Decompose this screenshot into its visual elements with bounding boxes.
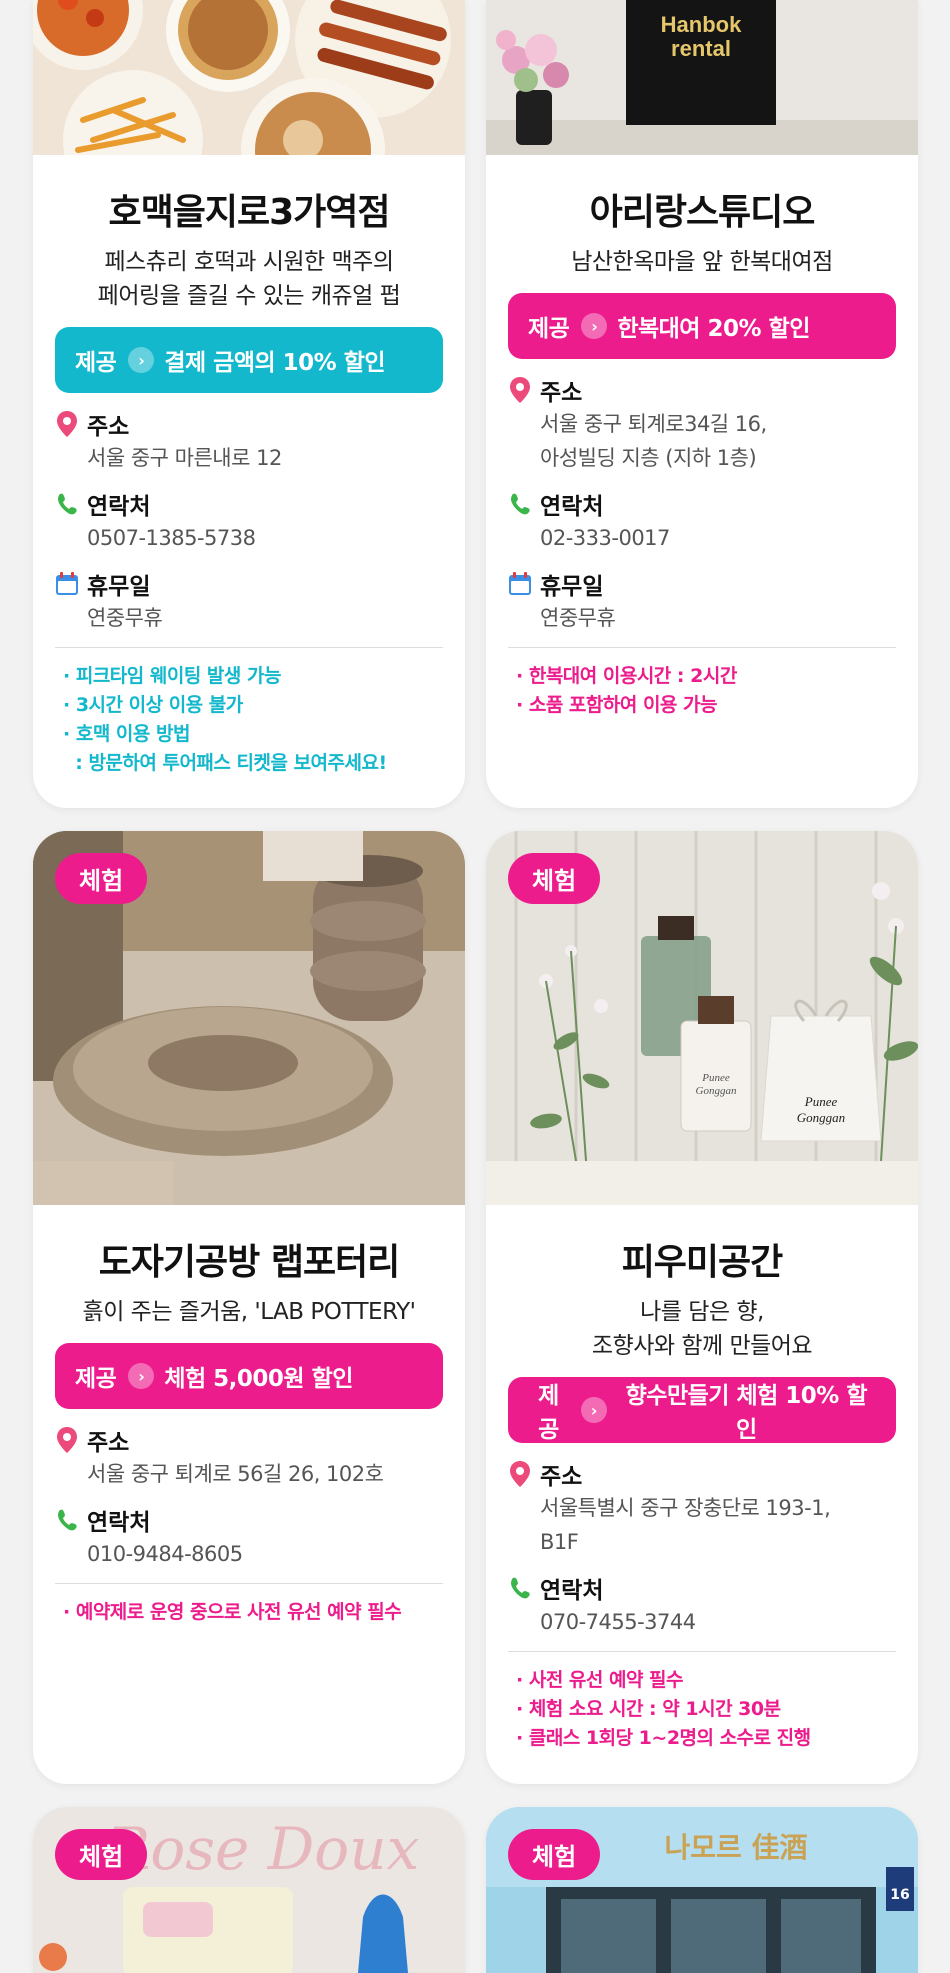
- chevron-right-icon: ›: [581, 313, 608, 339]
- contact-value[interactable]: 010-9484-8605: [55, 1537, 443, 1571]
- notes-list: · 피크타임 웨이팅 발생 가능 · 3시간 이상 이용 불가 · 호맥 이용 …: [55, 662, 443, 778]
- offer-banner[interactable]: 제공 › 향수만들기 체험 10% 할인: [508, 1377, 896, 1443]
- venue-title: 피우미공간: [621, 1242, 784, 1283]
- venue-card-homaek[interactable]: 호맥을지로3가역점 페스츄리 호떡과 시원한 맥주의 페어링을 즐길 수 있는 캐…: [33, 0, 465, 808]
- chevron-right-icon: ›: [580, 1397, 607, 1423]
- divider: [55, 647, 443, 648]
- notes-list: · 사전 유선 예약 필수 · 체험 소요 시간 : 약 1시간 30분 · 클…: [508, 1666, 896, 1753]
- offer-label: 제공: [538, 1383, 559, 1443]
- note-item: · 체험 소요 시간 : 약 1시간 30분: [516, 1698, 781, 1720]
- notes-list: · 예약제로 운영 중으로 사전 유선 예약 필수: [55, 1598, 443, 1627]
- offer-text: 한복대여 20% 할인: [617, 316, 810, 342]
- offer-label: 제공: [528, 316, 570, 342]
- calendar-icon: [56, 572, 78, 595]
- offer-banner[interactable]: 제공 › 결제 금액의 10% 할인: [55, 327, 443, 393]
- location-pin-icon: [510, 377, 530, 403]
- address-value: 서울 중구 퇴계로34길 16, 아성빌딩 지층 (지하 1층): [540, 412, 767, 470]
- offer-banner[interactable]: 제공 › 한복대여 20% 할인: [508, 293, 896, 359]
- calendar-icon: [509, 572, 531, 595]
- venue-subtitle: 페스츄리 호떡과 시원한 맥주의 페어링을 즐길 수 있는 캐쥬얼 펍: [97, 249, 401, 309]
- experience-badge: 체험: [55, 853, 148, 904]
- venue-photo-hanbok: Hanbok rental: [486, 0, 918, 155]
- phone-icon: [58, 493, 77, 515]
- phone-icon: [511, 1577, 530, 1599]
- offer-banner[interactable]: 제공 › 체험 5,000원 할인: [55, 1343, 443, 1409]
- note-item: : 방문하여 투어패스 티켓을 보여주세요!: [63, 752, 387, 774]
- note-item: · 한복대여 이용시간 : 2시간: [516, 665, 737, 687]
- venue-card-partial-storefront[interactable]: 나모르 佳酒 16 체험: [486, 1807, 918, 1973]
- bag-label-2: Gonggan: [797, 1110, 845, 1125]
- phone-icon: [511, 493, 530, 515]
- venue-title: 도자기공방 랩포터리: [98, 1242, 401, 1283]
- venue-title: 호맥을지로3가역점: [108, 192, 390, 233]
- contact-label: 연락처: [540, 1578, 604, 1604]
- offer-label: 제공: [75, 350, 117, 376]
- contact-label: 연락처: [540, 494, 604, 520]
- location-pin-icon: [510, 1461, 530, 1487]
- store-sign: 나모르 佳酒: [664, 1831, 807, 1864]
- phone-icon: [58, 1509, 77, 1531]
- notes-list: · 한복대여 이용시간 : 2시간 · 소품 포함하여 이용 가능: [508, 662, 896, 720]
- note-item: · 예약제로 운영 중으로 사전 유선 예약 필수: [63, 1601, 402, 1623]
- closed-label: 휴무일: [87, 574, 151, 600]
- address-label: 주소: [540, 380, 583, 406]
- closed-label: 휴무일: [540, 574, 604, 600]
- closed-value: 연중무휴: [540, 606, 616, 630]
- address-label: 주소: [87, 414, 130, 440]
- venue-card-lab-pottery[interactable]: 체험 도자기공방 랩포터리 흙이 주는 즐거움, 'LAB POTTERY' 제…: [33, 831, 465, 1784]
- contact-label: 연락처: [87, 494, 151, 520]
- offer-text: 향수만들기 체험 10% 할인: [625, 1383, 868, 1443]
- contact-value[interactable]: 02-333-0017: [508, 521, 896, 555]
- chevron-right-icon: ›: [128, 347, 155, 373]
- chevron-right-icon: ›: [128, 1363, 155, 1389]
- offer-text: 결제 금액의 10% 할인: [164, 350, 386, 376]
- address-value: 서울 중구 퇴계로 56길 26, 102호: [87, 1462, 384, 1486]
- venue-photo-food: [33, 0, 465, 155]
- venue-title: 아리랑스튜디오: [589, 192, 816, 233]
- venue-photo-candle: Rose Doux 체험: [33, 1807, 465, 1973]
- divider: [508, 647, 896, 648]
- venue-photo-pottery: 체험: [33, 831, 465, 1205]
- note-item: · 소품 포함하여 이용 가능: [516, 694, 717, 716]
- location-pin-icon: [57, 1427, 77, 1453]
- note-item: · 피크타임 웨이팅 발생 가능: [63, 665, 281, 687]
- venue-card-partial-candle[interactable]: Rose Doux 체험: [33, 1807, 465, 1973]
- venue-photo-perfume: Punee Gonggan Punee Gonggan 체험: [486, 831, 918, 1205]
- note-item: · 호맥 이용 방법: [63, 723, 190, 745]
- address-plate-number: 16: [890, 1887, 909, 1903]
- sign-line-2: rental: [671, 36, 731, 61]
- contact-value[interactable]: 0507-1385-5738: [55, 521, 443, 555]
- experience-badge: 체험: [55, 1829, 148, 1880]
- closed-value: 연중무휴: [87, 606, 163, 630]
- note-item: · 3시간 이상 이용 불가: [63, 694, 243, 716]
- experience-badge: 체험: [508, 1829, 601, 1880]
- offer-text: 체험 5,000원 할인: [164, 1366, 353, 1392]
- venue-subtitle: 나를 담은 향, 조향사와 함께 만들어요: [591, 1299, 813, 1359]
- venue-card-arirang[interactable]: Hanbok rental 아리랑스튜디오 남산한옥마을 앞 한복대여점 제공 …: [486, 0, 918, 808]
- wall-lettering: Rose Doux: [106, 1815, 420, 1883]
- bag-label-1: Punee: [804, 1094, 838, 1109]
- address-label: 주소: [87, 1430, 130, 1456]
- divider: [55, 1583, 443, 1584]
- address-value: 서울 중구 마른내로 12: [87, 446, 282, 470]
- address-value: 서울특별시 중구 장충단로 193-1, B1F: [540, 1496, 831, 1554]
- venue-photo-storefront: 나모르 佳酒 16 체험: [486, 1807, 918, 1973]
- venue-card-piumi[interactable]: Punee Gonggan Punee Gonggan 체험 피우미공간 나를 …: [486, 831, 918, 1784]
- address-label: 주소: [540, 1464, 583, 1490]
- venue-subtitle: 남산한옥마을 앞 한복대여점: [571, 249, 833, 275]
- note-item: · 사전 유선 예약 필수: [516, 1669, 684, 1691]
- contact-label: 연락처: [87, 1510, 151, 1536]
- contact-value[interactable]: 070-7455-3744: [508, 1605, 896, 1639]
- offer-label: 제공: [75, 1366, 117, 1392]
- divider: [508, 1651, 896, 1652]
- sign-line-1: Hanbok: [661, 12, 742, 37]
- location-pin-icon: [57, 411, 77, 437]
- bottle-label-2: Gonggan: [696, 1085, 737, 1097]
- venue-subtitle: 흙이 주는 즐거움, 'LAB POTTERY': [82, 1299, 416, 1325]
- note-item: · 클래스 1회당 1~2명의 소수로 진행: [516, 1727, 811, 1749]
- experience-badge: 체험: [508, 853, 601, 904]
- bottle-label-1: Punee: [701, 1072, 730, 1084]
